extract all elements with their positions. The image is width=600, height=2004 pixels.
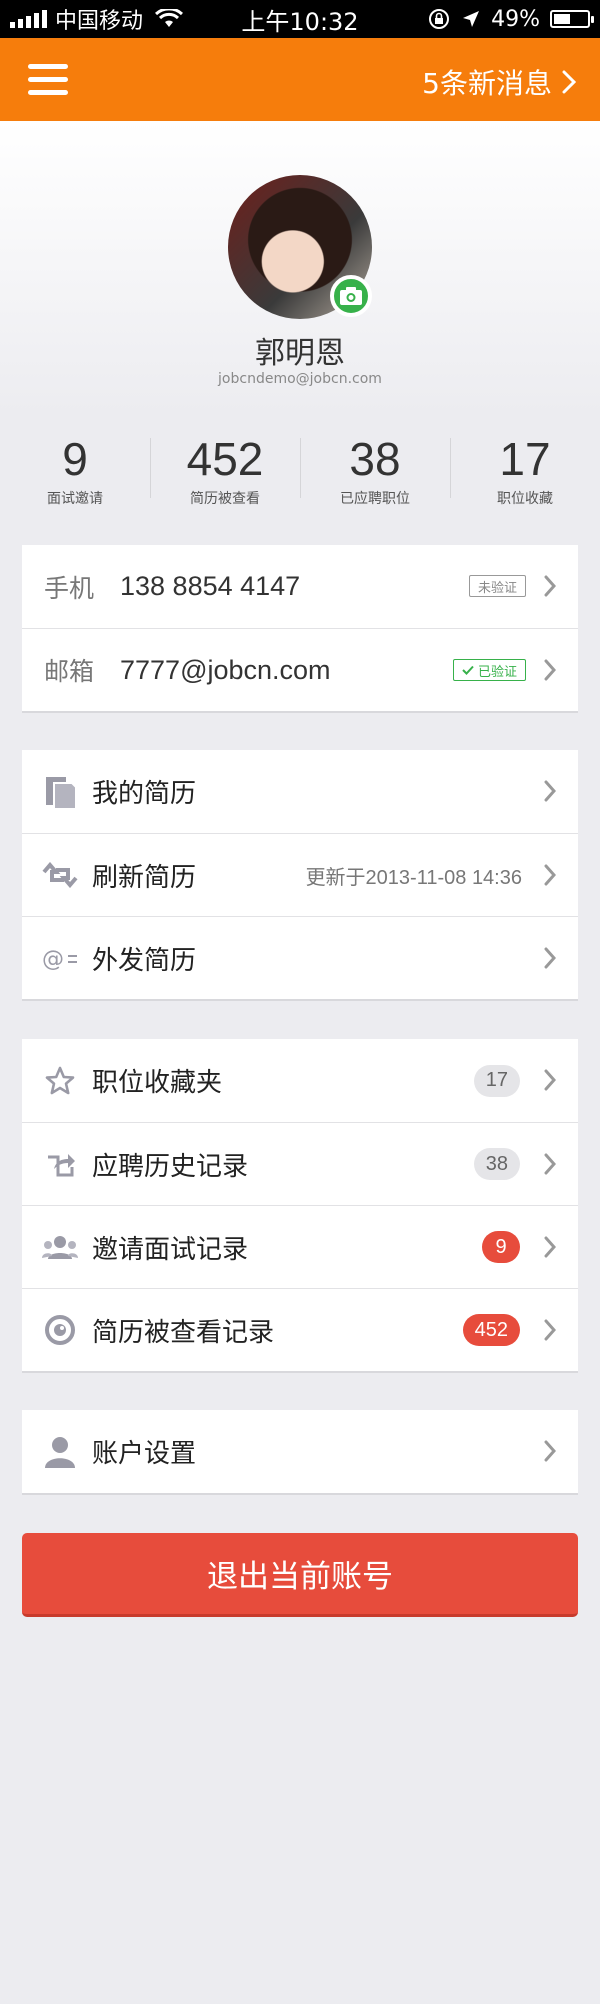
contact-card: 手机 138 8854 4147 未验证 邮箱 7777@jobcn.com 已…: [22, 545, 578, 713]
eye-icon: [42, 1312, 78, 1348]
records-card: 职位收藏夹 17 应聘历史记录 38 邀请面试记录 9 简历被查看记录 452: [22, 1039, 578, 1373]
battery-icon: [550, 10, 594, 28]
rotation-lock-icon: [429, 9, 450, 29]
document-icon: [42, 774, 78, 810]
chevron-right-icon: [544, 864, 556, 886]
resume-card: 我的简历 刷新简历 更新于2013-11-08 14:36 @ 外发简历: [22, 750, 578, 1001]
application-history-label: 应聘历史记录: [92, 1151, 249, 1182]
phone-label: 手机: [44, 573, 95, 603]
my-resume-row[interactable]: 我的简历: [22, 750, 578, 833]
email-value: 7777@jobcn.com: [120, 654, 331, 685]
star-icon: [42, 1063, 78, 1099]
status-right: 49%: [427, 6, 594, 32]
chevron-right-icon: [544, 1153, 556, 1175]
chevron-right-icon: [544, 1319, 556, 1341]
chevron-right-icon: [544, 575, 556, 597]
user-icon: [42, 1434, 78, 1470]
status-left: 中国移动: [10, 3, 184, 35]
send-resume-row[interactable]: @ 外发简历: [22, 916, 578, 999]
new-messages-link[interactable]: 5条新消息: [422, 62, 576, 102]
profile-section: 郭明恩 jobcndemo@jobcn.com: [0, 121, 600, 416]
chevron-right-icon: [544, 1440, 556, 1462]
stat-saved-jobs[interactable]: 17 职位收藏: [450, 420, 600, 510]
chevron-right-icon: [562, 70, 576, 94]
resume-views-row[interactable]: 简历被查看记录 452: [22, 1288, 578, 1371]
email-label: 邮箱: [44, 657, 95, 686]
applied-count-badge: 38: [473, 1148, 520, 1180]
phone-row[interactable]: 手机 138 8854 4147 未验证: [22, 545, 578, 628]
app-header: 5条新消息: [0, 38, 600, 121]
chevron-right-icon: [544, 947, 556, 969]
stat-label: 简历被查看: [190, 491, 260, 507]
account-settings-label: 账户设置: [92, 1439, 197, 1469]
account-settings-row[interactable]: 账户设置: [22, 1410, 578, 1493]
stat-resume-views[interactable]: 452 简历被查看: [150, 420, 300, 510]
wifi-icon: [155, 9, 184, 27]
checkmark-icon: [462, 665, 474, 675]
people-icon: [42, 1229, 78, 1265]
at-mail-icon: @: [42, 940, 78, 976]
interview-invites-row[interactable]: 邀请面试记录 9: [22, 1205, 578, 1288]
interview-invites-label: 邀请面试记录: [92, 1234, 249, 1265]
stat-value: 9: [62, 433, 88, 485]
hamburger-menu-icon[interactable]: [28, 64, 68, 96]
email-row[interactable]: 邮箱 7777@jobcn.com 已验证: [22, 628, 578, 711]
svg-text:@: @: [42, 947, 64, 971]
carrier-label: 中国移动: [55, 9, 144, 34]
unverified-badge: 未验证: [468, 575, 526, 597]
interviews-count-badge: 9: [482, 1231, 520, 1263]
stats-bar: 9 面试邀请 452 简历被查看 38 已应聘职位 17 职位收藏: [0, 420, 600, 510]
refresh-time: 更新于2013-11-08 14:36: [305, 866, 522, 889]
resume-views-label: 简历被查看记录: [92, 1317, 275, 1348]
stat-value: 17: [499, 433, 551, 485]
user-name: 郭明恩: [255, 336, 345, 371]
camera-icon[interactable]: [330, 275, 372, 317]
battery-level: [554, 14, 570, 24]
share-icon: [42, 1146, 78, 1182]
phone-value: 138 8854 4147: [120, 571, 301, 601]
job-favorites-row[interactable]: 职位收藏夹 17: [22, 1039, 578, 1122]
status-bar: 中国移动 上午10:32 49%: [0, 0, 600, 38]
battery-percent: 49%: [491, 6, 540, 32]
signal-icon: [10, 10, 47, 28]
my-resume-label: 我的简历: [92, 779, 197, 809]
send-resume-label: 外发简历: [92, 945, 197, 976]
stat-label: 已应聘职位: [340, 491, 410, 507]
stat-value: 38: [349, 433, 401, 485]
chevron-right-icon: [544, 1236, 556, 1258]
stat-interview-invites[interactable]: 9 面试邀请: [0, 420, 150, 510]
stat-applied-jobs[interactable]: 38 已应聘职位: [300, 420, 450, 510]
refresh-resume-row[interactable]: 刷新简历 更新于2013-11-08 14:36: [22, 833, 578, 916]
new-messages-label: 5条新消息: [422, 67, 552, 100]
verified-badge: 已验证: [452, 659, 526, 681]
application-history-row[interactable]: 应聘历史记录 38: [22, 1122, 578, 1205]
chevron-right-icon: [544, 659, 556, 681]
refresh-resume-label: 刷新简历: [92, 862, 197, 893]
chevron-right-icon: [544, 780, 556, 802]
job-favorites-label: 职位收藏夹: [92, 1068, 223, 1098]
verified-label: 已验证: [477, 664, 517, 680]
stat-value: 452: [186, 433, 264, 485]
refresh-icon: [42, 857, 78, 893]
user-email: jobcndemo@jobcn.com: [218, 371, 382, 387]
location-arrow-icon: [463, 11, 480, 27]
stat-label: 面试邀请: [47, 491, 103, 507]
favorites-count-badge: 17: [473, 1064, 520, 1097]
views-count-badge: 452: [462, 1314, 520, 1346]
stat-label: 职位收藏: [497, 491, 553, 507]
logout-button[interactable]: 退出当前账号: [22, 1533, 578, 1617]
chevron-right-icon: [544, 1069, 556, 1091]
account-card: 账户设置: [22, 1410, 578, 1495]
